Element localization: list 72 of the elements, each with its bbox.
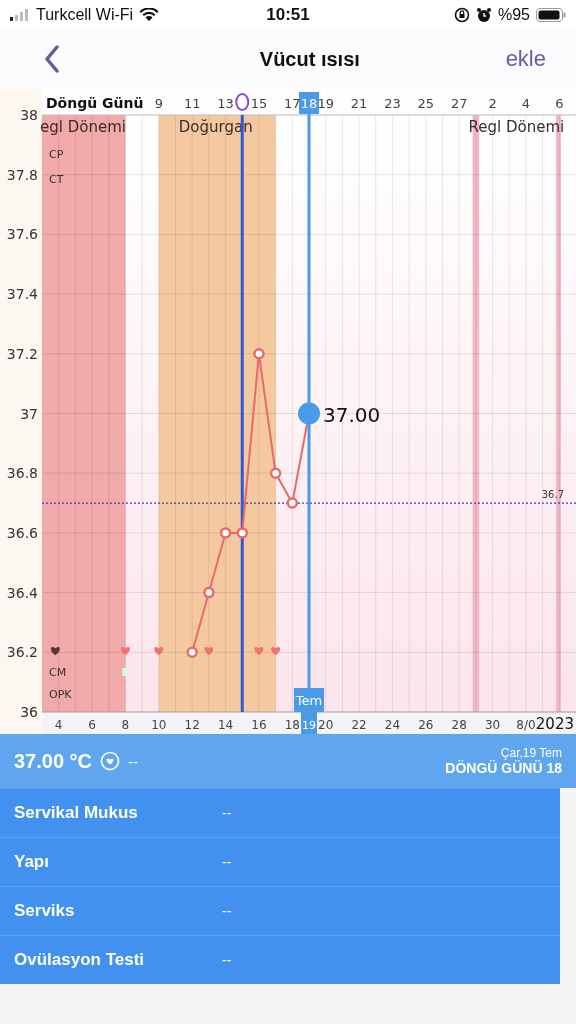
x-axis-label: 16 [251,718,267,732]
x-axis-label: 22 [351,718,367,732]
y-axis-label: 38 [20,107,38,123]
sex-value: -- [128,752,139,770]
selected-cycle-day[interactable]: 18 [299,92,319,114]
band-label: Regl Dönemi [468,118,565,136]
cycle-day-label: 4 [521,96,531,111]
cycle-day-label: 13 [217,96,234,111]
cycle-day-label: 11 [183,96,201,111]
y-axis-label: 37 [20,405,38,422]
battery-percent: %95 [497,6,530,24]
detail-row[interactable]: Ovülasyon Testi -- [0,935,560,984]
x-axis-label: 12 [184,718,200,732]
y-axis-label: 36.6 [6,524,38,541]
row-value: -- [222,805,232,821]
row-value: -- [222,903,232,919]
cycle-day-value: DÖNGÜ GÜNÜ 18 [445,760,562,776]
row-title: Ovülasyon Testi [14,950,146,970]
row-value: -- [222,854,232,870]
temperature-value: 37.00 °C [14,749,93,773]
x-axis-label: 14 [217,718,234,732]
x-axis-label: 18 [284,718,300,732]
x-axis-label: 10 [151,718,167,732]
x-axis-label: 6 [88,718,96,732]
page-title: Vücut ısısı [259,47,360,71]
detail-row[interactable]: Serviks -- [0,886,560,935]
y-axis-label: 37.6 [6,226,38,243]
x-axis-label: 28 [451,718,467,732]
cycle-day-label: 17 [284,96,301,111]
cycle-day-label: 6 [555,96,564,111]
row-label: OPK [49,688,72,701]
cycle-day-label: 2 [488,96,497,111]
y-axis-label: 36.2 [6,644,38,661]
year-label: 2023 [535,715,574,733]
row-label: CM [49,666,67,679]
threshold-label: 36.7 [541,489,564,501]
cycle-day-label: 27 [450,96,468,111]
add-button[interactable]: ekle [505,46,546,72]
x-axis-label: 24 [384,718,401,732]
x-axis-label: 8 [121,718,130,732]
row-title: Servikal Mukus [14,803,139,823]
y-axis-label: 37.8 [6,166,38,183]
row-label: CT [49,173,64,186]
carrier: Turkcell Wi-Fi [36,6,134,24]
y-axis-label: 37.2 [6,345,38,362]
row-title: Serviks [14,901,76,921]
y-axis-label: 36.8 [6,465,38,482]
cycle-day-label: 23 [384,96,401,111]
band-label: egl Dönemi [40,118,126,136]
cycle-day-label: 15 [250,96,268,111]
x-axis-label: 26 [418,718,434,732]
x-axis-label: 8/0 [516,718,536,732]
date-label: Çar,19 Tem [500,746,562,760]
cycle-day-label: 25 [417,96,435,111]
cycle-day-label: 21 [350,96,368,111]
cycle-axis-label: Döngü Günü [46,95,144,111]
row-label: CP [49,148,64,161]
y-axis-label: 37.4 [6,286,38,303]
x-axis-label: 4 [54,718,63,732]
y-axis-label: 36.4 [6,584,38,601]
x-axis-label: 30 [484,718,501,732]
x-axis-label: 20 [318,718,334,732]
row-value: -- [222,952,232,968]
row-title: Yapı [14,852,50,872]
selected-month-marker[interactable]: Tem [294,688,324,712]
selected-day-marker[interactable]: 19 [301,712,317,734]
selected-value: 37.00 [323,402,381,427]
detail-row[interactable]: Yapı -- [0,837,560,886]
detail-row[interactable]: Servikal Mukus -- [0,788,560,837]
cycle-day-label: 9 [154,96,163,111]
clock: 10:51 [266,5,310,25]
y-axis-label: 36 [20,704,38,720]
